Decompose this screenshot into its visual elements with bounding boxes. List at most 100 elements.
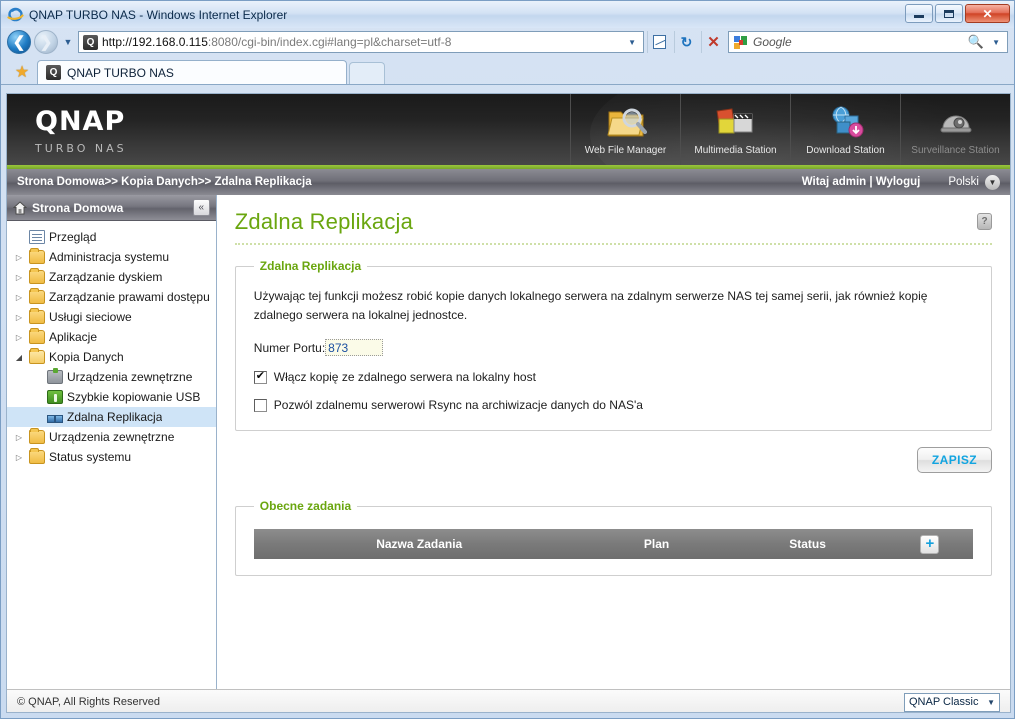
enable-remote-copy-label: Włącz kopię ze zdalnego serwera na lokal… (273, 370, 536, 384)
chevron-down-icon[interactable]: ◢ (13, 353, 25, 362)
allow-rsync-checkbox[interactable] (253, 398, 267, 412)
tab-favicon-icon: Q (46, 65, 61, 80)
new-tab-button[interactable] (349, 62, 385, 84)
sidebar-item-zdalna-replikacja[interactable]: Zdalna Replikacja (7, 407, 216, 427)
history-dropdown-icon[interactable]: ▼ (61, 37, 75, 47)
refresh-button[interactable]: ↻ (674, 31, 698, 53)
sidebar-item-label: Przegląd (49, 230, 97, 244)
sidebar-tree: Przegląd ▷ Administracja systemu ▷ Zarzą… (7, 221, 216, 689)
station-download[interactable]: Download Station (790, 94, 900, 169)
minimize-button[interactable] (905, 4, 933, 23)
port-input[interactable] (325, 339, 384, 356)
overview-icon (29, 230, 45, 244)
collapse-left-icon[interactable]: « (192, 199, 210, 216)
panel-legend: Zdalna Replikacja (259, 259, 362, 273)
sidebar-item-label: Szybkie kopiowanie USB (67, 390, 201, 404)
breadcrumb-bar: Strona Domowa>> Kopia Danych>> Zdalna Re… (7, 169, 1010, 195)
address-dropdown-icon[interactable]: ▼ (625, 38, 639, 47)
port-row: Numer Portu: (254, 339, 973, 356)
station-web-file-manager[interactable]: Web File Manager (570, 94, 680, 169)
chevron-right-icon[interactable]: ▷ (13, 273, 25, 282)
app-body: Strona Domowa « Przegląd ▷ Administracja… (7, 195, 1010, 689)
sidebar-item-label: Urządzenia zewnętrzne (67, 370, 193, 384)
sidebar-title: Strona Domowa (32, 200, 124, 215)
theme-select-value: QNAP Classic (909, 696, 979, 708)
external-device-icon (47, 368, 63, 384)
sidebar-item-label: Usługi sieciowe (49, 310, 132, 324)
chevron-right-icon[interactable]: ▷ (13, 333, 25, 342)
theme-select[interactable]: QNAP Classic ▼ (904, 692, 1000, 712)
enable-remote-copy-row[interactable]: Włącz kopię ze zdalnego serwera na lokal… (253, 370, 973, 384)
panel-description: Używając tej funkcji możesz robić kopie … (253, 289, 928, 322)
station-shortcuts: Web File Manager Multimedia Station Down… (272, 94, 1010, 169)
refresh-icon: ↻ (680, 33, 693, 50)
sidebar-item-szybkie-kopiowanie-usb[interactable]: Szybkie kopiowanie USB (7, 387, 216, 407)
folder-icon (29, 248, 45, 264)
browser-tab[interactable]: Q QNAP TURBO NAS (37, 60, 347, 84)
current-tasks-panel: Obecne zadania Nazwa Zadania Plan Status… (234, 499, 992, 576)
sidebar-item-przeglad[interactable]: Przegląd (7, 227, 216, 247)
compatibility-view-button[interactable] (647, 31, 671, 53)
folder-icon (29, 328, 45, 344)
internet-explorer-icon (7, 6, 24, 23)
tasks-table-header: Nazwa Zadania Plan Status + (253, 529, 973, 559)
add-task-button[interactable]: + (920, 534, 940, 554)
sidebar-item-zarzadzanie-dyskiem[interactable]: ▷ Zarządzanie dyskiem (7, 267, 216, 287)
search-input[interactable]: Google (753, 35, 963, 49)
breadcrumb[interactable]: Strona Domowa>> Kopia Danych>> Zdalna Re… (17, 176, 802, 188)
actions-row: ZAPISZ (235, 447, 992, 473)
back-button[interactable]: ❮ (7, 30, 31, 54)
close-button[interactable]: ✕ (965, 4, 1010, 23)
station-surveillance[interactable]: Surveillance Station (900, 94, 1010, 169)
tasks-legend: Obecne zadania (259, 499, 352, 513)
sidebar-header: Strona Domowa « (7, 195, 216, 221)
sidebar-item-urzadzenia-zewnetrzne[interactable]: ▷ Urządzenia zewnętrzne (7, 427, 216, 447)
stop-button[interactable]: ✕ (701, 31, 725, 53)
browser-window: QNAP TURBO NAS - Windows Internet Explor… (0, 0, 1015, 719)
folder-icon (29, 448, 45, 464)
column-header-plan: Plan (643, 537, 670, 551)
chevron-right-icon[interactable]: ▷ (13, 433, 25, 442)
language-selector[interactable]: Polski ▼ (948, 174, 1000, 190)
multimedia-icon (715, 102, 757, 142)
chevron-right-icon[interactable]: ▷ (13, 453, 25, 462)
sidebar-item-aplikacje[interactable]: ▷ Aplikacje (7, 327, 216, 347)
search-dropdown-icon[interactable]: ▼ (989, 38, 1003, 47)
favorites-button[interactable]: ★ (9, 60, 35, 84)
search-icon[interactable]: 🔍 (968, 34, 984, 50)
chevron-right-icon[interactable]: ▷ (13, 253, 25, 262)
url-bar[interactable]: Q http://192.168.0.115:8080/cgi-bin/inde… (78, 31, 644, 53)
forward-button[interactable]: ❯ (34, 30, 58, 54)
chevron-down-icon: ▼ (985, 174, 1000, 190)
main-content: Zdalna Replikacja ? Zdalna Replikacja Uż… (216, 195, 1010, 689)
sidebar-item-zarzadzanie-prawami-dostepu[interactable]: ▷ Zarządzanie prawami dostępu (7, 287, 216, 307)
folder-icon (29, 308, 45, 324)
sidebar-item-administracja-systemu[interactable]: ▷ Administracja systemu (7, 247, 216, 267)
sidebar-item-label: Administracja systemu (49, 250, 170, 264)
chevron-right-icon[interactable]: ▷ (13, 293, 25, 302)
help-icon[interactable]: ? (977, 213, 992, 230)
column-header-status: Status (789, 537, 826, 551)
sidebar-item-uslugi-sieciowe[interactable]: ▷ Usługi sieciowe (7, 307, 216, 327)
column-header-task-name: Nazwa Zadania (376, 537, 463, 551)
folder-icon (29, 288, 45, 304)
brand-logo[interactable]: QNAP TURBO NAS (7, 94, 272, 169)
chevron-right-icon[interactable]: ▷ (13, 313, 25, 322)
station-multimedia[interactable]: Multimedia Station (680, 94, 790, 169)
google-icon (733, 35, 748, 50)
chevron-down-icon: ▼ (987, 697, 995, 707)
sidebar-item-urzadzenia-zewnetrzne-backup[interactable]: Urządzenia zewnętrzne (7, 367, 216, 387)
page-title: Zdalna Replikacja (234, 209, 414, 234)
user-greeting-logout[interactable]: Witaj admin | Wyloguj (802, 176, 921, 188)
save-button[interactable]: ZAPISZ (916, 447, 992, 473)
close-x-icon: ✕ (707, 34, 720, 51)
allow-rsync-row[interactable]: Pozwól zdalnemu serwerowi Rsync na archi… (253, 398, 973, 412)
enable-remote-copy-checkbox[interactable] (253, 370, 267, 384)
window-title: QNAP TURBO NAS - Windows Internet Explor… (29, 7, 288, 22)
sidebar-item-kopia-danych[interactable]: ◢ Kopia Danych (7, 347, 216, 367)
sidebar: Strona Domowa « Przegląd ▷ Administracja… (7, 195, 217, 689)
sidebar-item-label: Zarządzanie dyskiem (49, 270, 163, 284)
sidebar-item-status-systemu[interactable]: ▷ Status systemu (7, 447, 216, 467)
search-bar[interactable]: Google 🔍 ▼ (728, 31, 1008, 53)
maximize-button[interactable] (935, 4, 963, 23)
